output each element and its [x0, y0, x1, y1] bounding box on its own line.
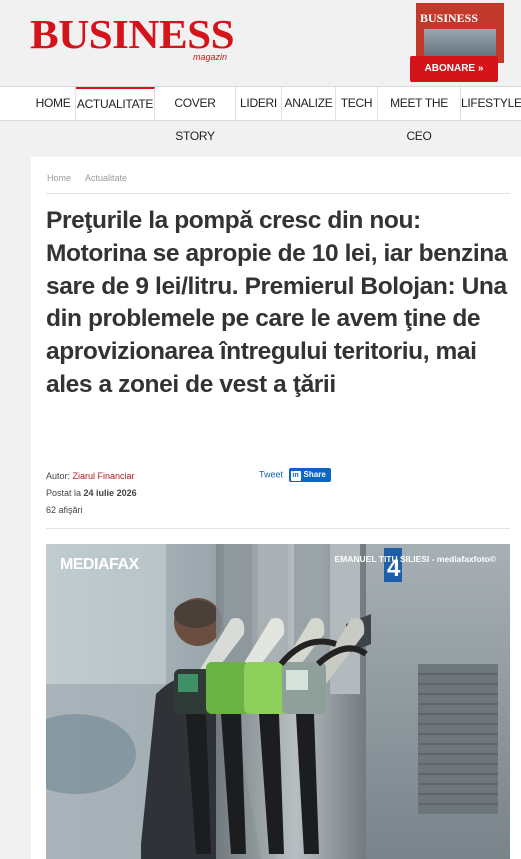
site-logo[interactable]: BUSINESS magazin	[30, 12, 235, 62]
posted-date: 24 iulie 2026	[83, 488, 137, 498]
logo-wordmark: BUSINESS	[30, 11, 235, 57]
fuel-pump-photo: 4	[46, 544, 510, 859]
logo-subtitle: magazin	[193, 52, 228, 62]
divider	[46, 528, 510, 529]
article-card: Home Actualitate Preţurile la pompă cres…	[31, 157, 521, 859]
linkedin-share-button[interactable]: in Share	[288, 468, 331, 482]
posted-label: Postat la	[46, 488, 82, 498]
breadcrumb-home[interactable]: Home	[47, 173, 71, 183]
author-link[interactable]: Ziarul Financiar	[73, 471, 135, 481]
share-bar: Tweet in Share	[259, 468, 331, 482]
breadcrumb: Home Actualitate	[47, 173, 139, 183]
nav-item-tech[interactable]: TECH	[336, 87, 378, 120]
article-title: Preţurile la pompă cresc din nou: Motori…	[46, 207, 508, 398]
breadcrumb-actualitate[interactable]: Actualitate	[85, 173, 127, 183]
magazine-cover[interactable]: BUSINESS	[416, 3, 504, 63]
nav-item-lideri[interactable]: LIDERI	[236, 87, 282, 120]
article-meta: Autor: Ziarul Financiar Postat la 24 iul…	[46, 468, 137, 519]
site-header: BUSINESS magazin BUSINESS ABONARE »	[0, 0, 521, 86]
nav-item-meet-the-ceo[interactable]: MEET THE CEO	[378, 87, 461, 143]
nav-item-lifestyle[interactable]: LIFESTYLE	[461, 87, 521, 120]
nav-item-home[interactable]: HOME	[31, 87, 76, 120]
nav-item-analize[interactable]: ANALIZE	[282, 87, 336, 120]
image-credit: EMANUEL TITU SILIESI - mediafaxfoto©	[334, 554, 496, 564]
linkedin-icon: in	[290, 471, 301, 481]
magazine-cover-title: BUSINESS	[420, 11, 479, 25]
image-watermark: MEDIAFAX	[60, 556, 139, 573]
linkedin-share-label: Share	[303, 470, 326, 479]
nav-item-actualitate[interactable]: ACTUALITATE	[76, 87, 155, 120]
author-label: Autor:	[46, 471, 71, 481]
main-navigation: HOME ACTUALITATE COVER STORY LIDERI ANAL…	[0, 86, 521, 143]
article-image[interactable]: 4 MEDIAFAX EMANUEL TITU SILIESI - mediaf…	[46, 544, 510, 859]
view-count: 62 afişări	[46, 505, 83, 515]
tweet-button[interactable]: Tweet	[259, 469, 283, 479]
nav-item-cover-story[interactable]: COVER STORY	[155, 87, 236, 143]
subscribe-button[interactable]: ABONARE »	[410, 56, 498, 82]
divider	[46, 193, 510, 194]
subscription-promo[interactable]: BUSINESS ABONARE »	[410, 3, 511, 85]
